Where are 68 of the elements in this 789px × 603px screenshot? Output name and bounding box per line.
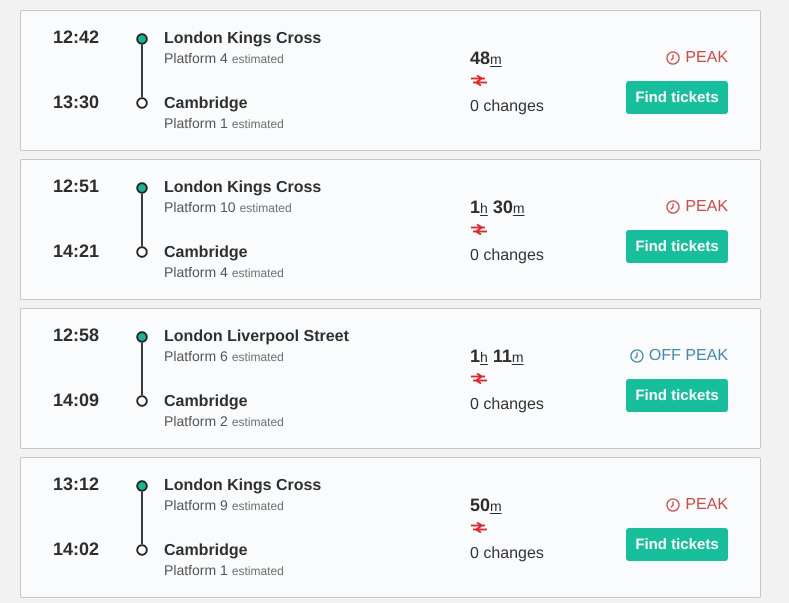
station-name: Cambridge <box>164 243 248 263</box>
rail-icon <box>470 224 488 235</box>
platform-status: estimated <box>232 349 284 366</box>
route-line <box>141 343 143 395</box>
station-name: Cambridge <box>164 94 248 114</box>
platform-status: estimated <box>232 51 284 68</box>
arrival-time: 14:02 <box>53 539 100 559</box>
platform-status: estimated <box>232 563 284 580</box>
platform-status: estimated <box>232 498 284 515</box>
platform-status: estimated <box>232 265 284 282</box>
route-line <box>141 45 143 97</box>
platform-number: Platform 6 <box>164 347 228 365</box>
departure-dot-icon <box>136 182 148 194</box>
station-name: London Liverpool Street <box>164 327 349 347</box>
rail-icon <box>470 75 488 86</box>
find-tickets-button[interactable]: Find tickets <box>626 528 728 561</box>
station-name: London Kings Cross <box>164 29 322 49</box>
find-tickets-button[interactable]: Find tickets <box>626 230 728 263</box>
fare-type-label: PEAK <box>685 496 728 514</box>
find-tickets-button[interactable]: Find tickets <box>626 379 728 412</box>
platform-number: Platform 9 <box>164 496 228 514</box>
route-line <box>141 194 143 246</box>
platform-status: estimated <box>232 116 284 133</box>
arrival-dot-icon <box>136 246 148 258</box>
departure-time: 12:58 <box>53 325 100 345</box>
clock-icon <box>666 51 680 65</box>
platform-status: estimated <box>240 200 292 217</box>
fare-type-label: OFF PEAK <box>648 347 728 365</box>
station-name: London Kings Cross <box>164 178 322 198</box>
station-name: Cambridge <box>164 392 248 412</box>
departure-dot-icon <box>136 480 148 492</box>
arrival-dot-icon <box>136 544 148 556</box>
departure-dot-icon <box>136 331 148 343</box>
departure-time: 12:51 <box>53 176 100 196</box>
departure-time: 13:12 <box>53 474 100 494</box>
platform-number: Platform 10 <box>164 198 236 216</box>
changes-count: 0 changes <box>470 246 544 266</box>
clock-icon <box>666 200 680 214</box>
rail-icon <box>470 373 488 384</box>
arrival-dot-icon <box>136 97 148 109</box>
journey-duration: 1h 11m <box>470 345 524 368</box>
arrival-time: 14:21 <box>53 241 100 261</box>
departure-dot-icon <box>136 33 148 45</box>
departure-time: 12:42 <box>53 27 100 47</box>
changes-count: 0 changes <box>470 544 544 564</box>
station-name: London Kings Cross <box>164 476 322 496</box>
station-name: Cambridge <box>164 541 248 561</box>
clock-icon <box>630 349 644 363</box>
rail-icon <box>470 522 488 533</box>
journey-duration: 50m <box>470 494 502 517</box>
route-line <box>141 492 143 544</box>
arrival-time: 13:30 <box>53 92 100 112</box>
journey-duration: 1h 30m <box>470 196 525 219</box>
platform-number: Platform 4 <box>164 49 228 67</box>
arrival-dot-icon <box>136 395 148 407</box>
changes-count: 0 changes <box>470 395 544 415</box>
arrival-time: 14:09 <box>53 390 100 410</box>
platform-number: Platform 1 <box>164 114 228 132</box>
find-tickets-button[interactable]: Find tickets <box>626 81 728 114</box>
platform-number: Platform 1 <box>164 561 228 579</box>
platform-status: estimated <box>232 414 284 431</box>
changes-count: 0 changes <box>470 97 544 117</box>
platform-number: Platform 4 <box>164 263 228 281</box>
fare-type-label: PEAK <box>685 49 728 67</box>
platform-number: Platform 2 <box>164 412 228 430</box>
clock-icon <box>666 498 680 512</box>
journey-duration: 48m <box>470 47 502 70</box>
fare-type-label: PEAK <box>685 198 728 216</box>
